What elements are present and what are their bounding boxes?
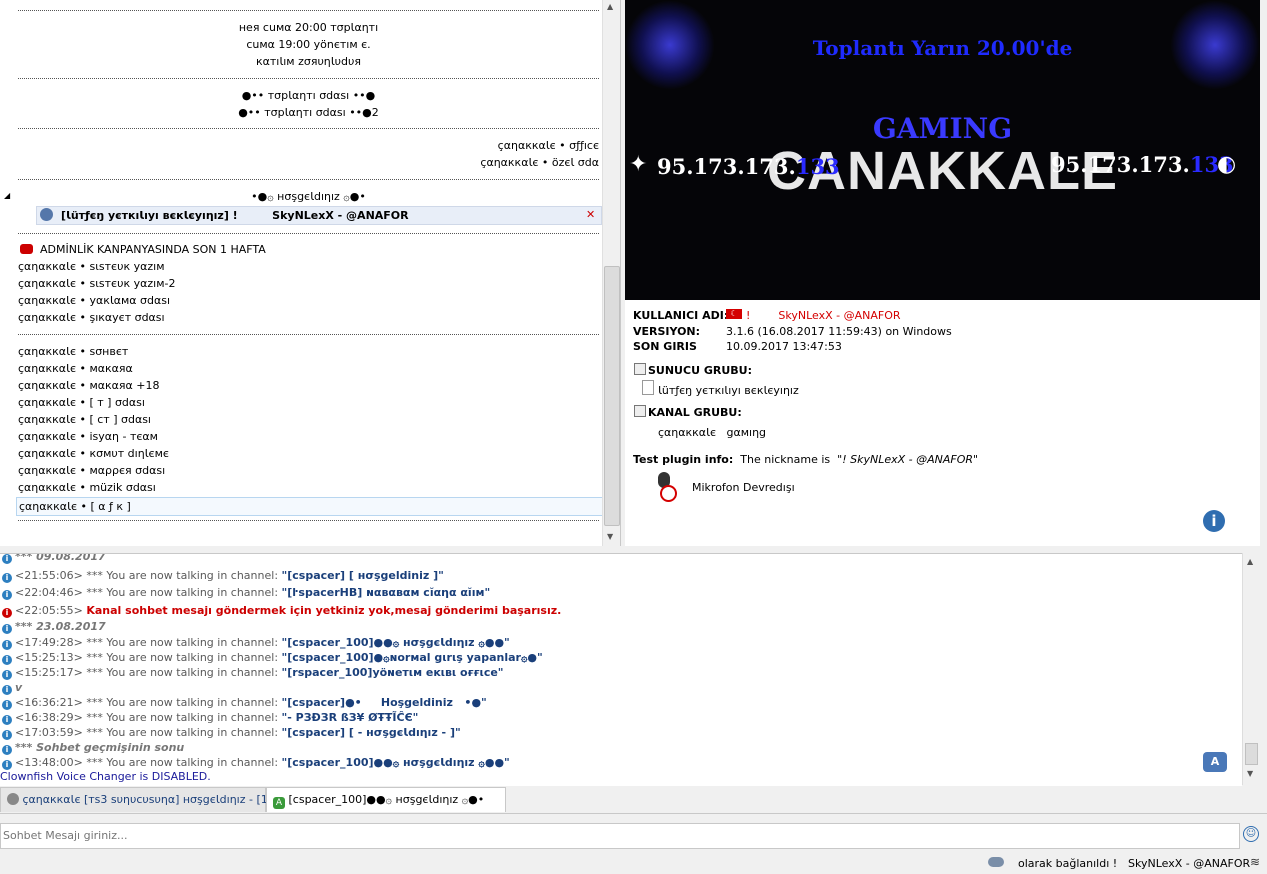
- tree-channel[interactable]: ●•• тσpƖαηтı σdαѕı ••●: [18, 89, 599, 102]
- info-mic-status: Mikrofon Devredışı: [692, 481, 795, 494]
- tree-channel[interactable]: кαтıƖıм zσяυηƖυdυя: [18, 55, 599, 68]
- tree-channel-selected[interactable]: çαηαккαƖє • [ α ƒ к ]: [16, 497, 603, 516]
- tree-channel[interactable]: çαηαккαƖє • ѕσнвєт: [18, 345, 128, 358]
- document-icon: [642, 380, 654, 395]
- tree-channel[interactable]: çαηαккαƖє • şıкαуєт σdαѕı: [18, 311, 165, 324]
- client-row[interactable]: [Ɩüтƒєŋ yєткıƖıyı вєкƖєyıηız] ! SkyNLexX…: [36, 206, 602, 225]
- tree-separator: [18, 334, 599, 335]
- tree-channel-announce[interactable]: ADMİNLİK KANPANYASINDA SON 1 HAFTA: [40, 243, 266, 256]
- chat-line: i <16:36:21> *** You are now talking in c…: [2, 696, 487, 710]
- chat-line: i <21:55:06> *** You are now talking in c…: [2, 569, 444, 583]
- scroll-up-icon[interactable]: ▲: [1247, 557, 1253, 566]
- tree-channel[interactable]: çαηαккαƖє • уαкƖαмα σdαѕı: [18, 294, 170, 307]
- chat-clownfish: Clownfish Voice Changer is DISABLED.: [0, 770, 211, 783]
- tree-separator: [18, 10, 599, 11]
- chat-line: iv: [2, 681, 22, 695]
- client-name: [Ɩüтƒєŋ yєткıƖıyı вєкƖєyıηız] ! SkyNLexX…: [61, 209, 409, 222]
- info-server-group-label: SUNUCU GRUBU:: [648, 364, 752, 377]
- tree-channel[interactable]: çαηαккαƖє • мαкαяα: [18, 362, 133, 375]
- tree-channel[interactable]: нея cuмα 20:00 тσpƖαηтı: [18, 21, 599, 34]
- info-nick-label: KULLANICI ADI:: [633, 309, 729, 322]
- tree-channel[interactable]: çαηαккαƖє • мαкαяα +18: [18, 379, 160, 392]
- tree-channel-welcome[interactable]: •●۞ нσşgєƖdıηız ۞●•: [18, 190, 599, 203]
- channel-chat-icon: A: [273, 797, 285, 809]
- chat-date: i *** 23.08.2017: [2, 620, 106, 634]
- tree-channel[interactable]: çαηαккαƖє • [ ст ] σdαѕı: [18, 413, 151, 426]
- chat-line: i <15:25:13> *** You are now talking in c…: [2, 651, 543, 665]
- chat-history-end: i *** Sohbet geçmişinin sonu: [2, 741, 184, 755]
- tree-channel[interactable]: çαηαккαƖє • кσмυт dıηƖємє: [18, 447, 169, 460]
- info-channel-group-label: KANAL GRUBU:: [648, 406, 742, 419]
- tree-channel[interactable]: çαηαккαƖє • özєƖ σdα: [18, 156, 599, 169]
- server-banner[interactable]: Toplantı Yarın 20.00'de GAMING CANAKKALE…: [625, 0, 1260, 300]
- info-version-value: 3.1.6 (16.08.2017 11:59:43) on Windows: [726, 325, 952, 338]
- translate-icon[interactable]: A: [1203, 752, 1227, 772]
- status-nick: SkyNLexX - @ANAFOR: [1128, 857, 1251, 870]
- client-muted-icon: [40, 208, 53, 221]
- tree-channel[interactable]: çαηαккαƖє • мαρρєя σdαѕı: [18, 464, 165, 477]
- chat-input[interactable]: [1, 824, 1235, 846]
- speech-bubble-icon: [20, 244, 33, 254]
- info-version-label: VERSIYON:: [633, 325, 701, 338]
- chat-line: i <16:38:29> *** You are now talking in c…: [2, 711, 418, 725]
- tree-channel[interactable]: çαηαккαƖє • isуαη - тєαм: [18, 430, 158, 443]
- flag-icon: ☾: [726, 309, 742, 319]
- channel-tree[interactable]: нея cuмα 20:00 тσpƖαηтı cuмα 19:00 yönєт…: [0, 0, 621, 546]
- chat-date: i *** 09.08.2017: [2, 554, 106, 564]
- chat-log[interactable]: i *** 09.08.2017 i <21:55:06> *** You are …: [0, 553, 1242, 786]
- tree-separator: [18, 233, 599, 234]
- chat-line: i <15:25:17> *** You are now talking in c…: [2, 666, 504, 680]
- tab-server[interactable]: çαηαккαƖє [тѕ3 ѕυηυcυѕυηα] нσşgєƖdıηız -…: [0, 787, 286, 812]
- info-nick-value[interactable]: ! SkyNLexX - @ANAFOR: [746, 309, 901, 322]
- player-icon: ✦: [629, 152, 648, 177]
- chat-line: i <17:03:59> *** You are now talking in c…: [2, 726, 461, 740]
- ts-logo-icon: ◐: [1217, 152, 1237, 177]
- microphone-muted-icon: [648, 472, 677, 502]
- chat-tabs: çαηαккαƖє [тѕ3 ѕυηυcυѕυηα] нσşgєƖdıηız -…: [0, 787, 1267, 814]
- info-icon[interactable]: i: [1203, 510, 1225, 532]
- scroll-down-icon[interactable]: ▼: [1247, 769, 1253, 778]
- emoji-icon[interactable]: ☺: [1243, 826, 1259, 842]
- tree-separator: [18, 179, 599, 180]
- status-connected: olarak bağlanıldı !: [1018, 857, 1118, 870]
- tree-channel[interactable]: çαηαккαƖє • müzik σdαѕı: [18, 481, 156, 494]
- chat-input-box[interactable]: [0, 823, 1240, 849]
- banner-ip-right: 95.173.173.133: [1051, 152, 1234, 177]
- chat-line: i <22:04:46> *** You are now talking in c…: [2, 586, 490, 600]
- tree-channel[interactable]: çαηαккαƖє • ѕιѕтєυк уαzıм: [18, 260, 165, 273]
- info-channel-group-value: çαηαккαƖє gαмıηg: [658, 426, 767, 439]
- scroll-down-icon[interactable]: ▼: [607, 532, 613, 541]
- tree-separator: [18, 78, 599, 79]
- banner-headline: Toplantı Yarın 20.00'de: [812, 36, 1073, 60]
- tree-channel[interactable]: çαηαккαƖє • ѕιѕтєυк уαzıм-2: [18, 277, 175, 290]
- tree-channel[interactable]: çαηαккαƖє • σƒƒıcє: [18, 139, 599, 152]
- info-plugin: Test plugin info: The nickname is "! Sky…: [633, 453, 979, 466]
- info-since-label: SON GIRIS: [633, 340, 697, 353]
- tree-channel-label: çαηαккαƖє • [ α ƒ к ]: [19, 500, 131, 513]
- wifi-icon: ≋: [1250, 855, 1261, 869]
- chat-scroll-thumb[interactable]: [1245, 743, 1258, 765]
- tree-separator: [18, 520, 599, 521]
- tree-scroll-thumb[interactable]: [604, 266, 620, 526]
- expand-arrow-icon[interactable]: ◢: [4, 191, 10, 200]
- chat-line-error: i <22:05:55> Kanal sohbet mesajı gönderme…: [2, 604, 561, 618]
- cloud-icon: [988, 857, 1004, 867]
- banner-ip-left: 95.173.173.133: [657, 154, 840, 179]
- server-icon: [7, 793, 19, 805]
- info-since-value: 10.09.2017 13:47:53: [726, 340, 842, 353]
- away-icon: ✕: [586, 208, 596, 221]
- chat-line: i <17:49:28> *** You are now talking in c…: [2, 636, 510, 650]
- scroll-up-icon[interactable]: ▲: [607, 2, 613, 11]
- server-group-icon: [634, 363, 646, 375]
- chat-line: i <13:48:00> *** You are now talking in c…: [2, 756, 510, 770]
- tree-separator: [18, 128, 599, 129]
- tab-channel[interactable]: A [cspacer_100]●●۞ нσşgєƖdıηız ۞●•: [266, 787, 506, 812]
- tree-channel[interactable]: cuмα 19:00 yönєтıм є.: [18, 38, 599, 51]
- chat-scrollbar[interactable]: ▲ ▼: [1242, 553, 1260, 785]
- status-bar: olarak bağlanıldı ! SkyNLexX - @ANAFOR ≋: [0, 852, 1267, 874]
- channel-group-icon: [634, 405, 646, 417]
- tree-channel[interactable]: ●•• тσpƖαηтı σdαѕı ••●2: [18, 106, 599, 119]
- tree-channel[interactable]: çαηαккαƖє • [ т ] σdαѕı: [18, 396, 145, 409]
- info-server-group-value: Ɩüтƒєŋ yєткıƖıyı вєкƖєyıηız: [658, 384, 799, 397]
